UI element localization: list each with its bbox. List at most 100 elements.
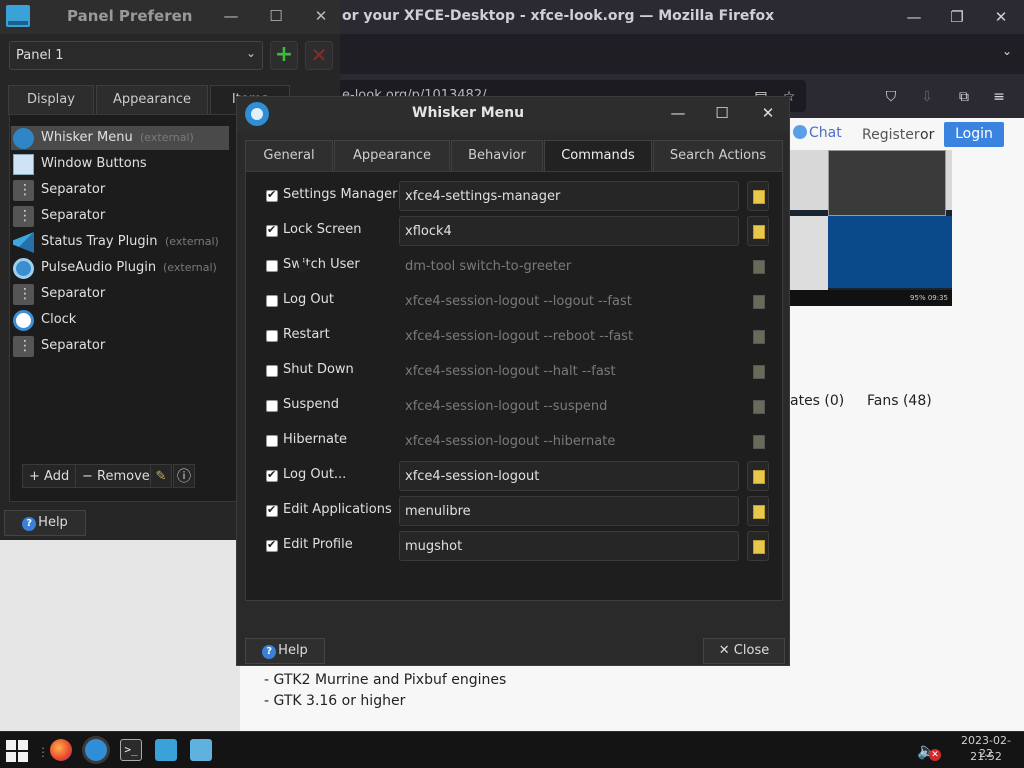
command-label[interactable]: Hibernate: [283, 432, 347, 447]
browse-button[interactable]: [747, 496, 769, 526]
product-screenshot[interactable]: 95% 09:35: [790, 150, 952, 306]
maximize-icon[interactable]: ☐: [711, 102, 733, 124]
mute-icon: ✕: [929, 749, 941, 761]
fans-tab[interactable]: Fans (48): [867, 393, 932, 409]
command-label[interactable]: Log Out: [283, 292, 334, 307]
or-text: or: [920, 127, 935, 143]
command-checkbox[interactable]: [266, 260, 278, 272]
command-label[interactable]: Settings Manager: [283, 187, 397, 202]
browse-button: [747, 251, 769, 281]
whisker-help-button[interactable]: ? Help: [245, 638, 325, 664]
command-checkbox[interactable]: [266, 468, 278, 482]
list-item[interactable]: Separator: [11, 334, 229, 358]
chevron-down-icon[interactable]: ⌄: [1002, 44, 1012, 58]
command-label[interactable]: Shut Down: [283, 362, 354, 377]
list-item[interactable]: Separator: [11, 204, 229, 228]
list-item[interactable]: PulseAudio Plugin (external): [11, 256, 229, 280]
terminal-icon[interactable]: >_: [120, 739, 142, 761]
start-menu-icon[interactable]: [6, 740, 28, 762]
command-checkbox[interactable]: [266, 435, 278, 447]
restore-icon[interactable]: ❐: [946, 6, 968, 28]
command-checkbox[interactable]: [266, 295, 278, 307]
firefox-icon[interactable]: [50, 739, 72, 761]
add-panel-button[interactable]: +: [270, 41, 298, 70]
tab-behavior[interactable]: Behavior: [451, 140, 543, 172]
browse-file-icon: [753, 400, 765, 414]
minimize-icon[interactable]: —: [220, 5, 242, 27]
whisker-app-icon: [245, 102, 269, 126]
maximize-icon[interactable]: ☐: [265, 5, 287, 27]
list-item[interactable]: Whisker Menu (external): [11, 126, 229, 150]
browse-button: [747, 286, 769, 316]
close-icon[interactable]: ✕: [757, 102, 779, 124]
command-row: Switch User dm-tool switch-to-greeter: [246, 250, 782, 282]
command-field[interactable]: xfce4-session-logout: [399, 461, 739, 491]
command-checkbox[interactable]: [266, 365, 278, 377]
list-item[interactable]: Clock: [11, 308, 229, 332]
command-checkbox[interactable]: [266, 330, 278, 342]
command-label[interactable]: Suspend: [283, 397, 339, 412]
command-label[interactable]: Edit Profile: [283, 537, 353, 552]
command-field[interactable]: xfce4-settings-manager: [399, 181, 739, 211]
tab-display[interactable]: Display: [8, 85, 94, 115]
tab-commands[interactable]: Commands: [544, 140, 652, 172]
external-tag: (external): [165, 235, 219, 248]
remove-item-button[interactable]: − Remove: [75, 464, 157, 488]
browse-button[interactable]: [747, 181, 769, 211]
pocket-icon[interactable]: ⛉: [880, 86, 902, 108]
command-field: xfce4-session-logout --halt --fast: [399, 356, 739, 386]
volume-muted-icon[interactable]: 🔈 ✕: [917, 741, 941, 761]
whisker-close-button[interactable]: ✕ Close: [703, 638, 785, 664]
command-checkbox[interactable]: [266, 503, 278, 517]
list-item-label: Separator: [41, 338, 106, 353]
command-label[interactable]: Log Out...: [283, 467, 346, 482]
command-checkbox[interactable]: [266, 538, 278, 552]
tab-search-actions[interactable]: Search Actions: [653, 140, 783, 172]
list-item[interactable]: Separator: [11, 178, 229, 202]
list-item[interactable]: Status Tray Plugin (external): [11, 230, 229, 254]
remove-panel-button[interactable]: ✕: [305, 41, 333, 70]
tab-appearance[interactable]: Appearance: [96, 85, 208, 115]
login-button[interactable]: Login: [944, 122, 1004, 147]
extensions-icon[interactable]: ⧉: [953, 86, 975, 108]
command-label[interactable]: Lock Screen: [283, 222, 361, 237]
command-label[interactable]: Edit Applications: [283, 502, 392, 517]
list-item-label: Separator: [41, 286, 106, 301]
register-link[interactable]: Register: [862, 127, 920, 143]
add-item-button[interactable]: + Add: [22, 464, 77, 488]
list-item[interactable]: Window Buttons: [11, 152, 229, 176]
command-checkbox[interactable]: [266, 188, 278, 202]
list-item[interactable]: Separator: [11, 282, 229, 306]
minimize-icon[interactable]: —: [667, 102, 689, 124]
tab-general[interactable]: General: [245, 140, 333, 172]
command-checkbox[interactable]: [266, 400, 278, 412]
panel-preferences-icon[interactable]: [155, 739, 177, 761]
browse-file-icon: [753, 260, 765, 274]
command-label[interactable]: Restart: [283, 327, 330, 342]
browse-button[interactable]: [747, 461, 769, 491]
whisker-menu-icon[interactable]: [85, 739, 107, 761]
command-field[interactable]: menulibre: [399, 496, 739, 526]
panel-select[interactable]: Panel 1 ⌄: [9, 41, 263, 70]
settings-icon[interactable]: [190, 739, 212, 761]
close-icon[interactable]: ✕: [990, 6, 1012, 28]
menu-icon[interactable]: ≡: [988, 86, 1010, 108]
command-row: Log Out... xfce4-session-logout: [246, 460, 782, 492]
clock-time[interactable]: 21:52: [955, 750, 1017, 763]
chat-link[interactable]: Chat: [793, 125, 842, 141]
browse-button[interactable]: [747, 216, 769, 246]
command-row: Suspend xfce4-session-logout --suspend: [246, 390, 782, 422]
panel-help-button[interactable]: ? Help: [4, 510, 86, 536]
minimize-icon[interactable]: —: [903, 6, 925, 28]
rates-tab[interactable]: ates (0): [790, 393, 844, 409]
close-icon[interactable]: ✕: [310, 5, 332, 27]
command-value: xfce4-session-logout --halt --fast: [405, 364, 616, 379]
command-field[interactable]: mugshot: [399, 531, 739, 561]
tab-appearance[interactable]: Appearance: [334, 140, 450, 172]
edit-item-icon[interactable]: ✎: [150, 464, 172, 488]
command-checkbox[interactable]: [266, 223, 278, 237]
info-icon[interactable]: ⓘ: [173, 464, 195, 488]
browse-button[interactable]: [747, 531, 769, 561]
command-field[interactable]: xflock4: [399, 216, 739, 246]
downloads-icon[interactable]: ⇩: [916, 86, 938, 108]
